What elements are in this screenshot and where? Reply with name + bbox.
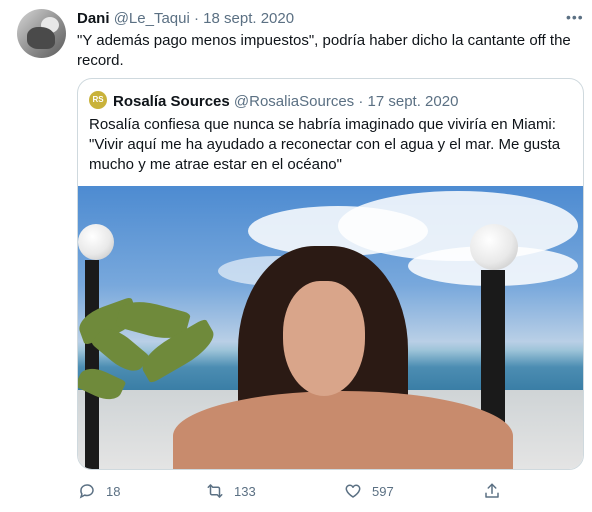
quoted-author-handle[interactable]: @RosaliaSources (234, 93, 354, 110)
reply-icon (79, 484, 94, 499)
quoted-separator: · (358, 93, 364, 110)
heart-icon (345, 484, 361, 498)
author-handle[interactable]: @Le_Taqui (114, 10, 190, 27)
reply-button[interactable]: 18 (78, 482, 120, 502)
quoted-header: RS Rosalía Sources @RosaliaSources · 17 s… (89, 91, 458, 111)
retweet-button[interactable]: 133 (206, 482, 256, 502)
quoted-author-name[interactable]: Rosalía Sources (113, 93, 230, 110)
quoted-tweet[interactable]: RS Rosalía Sources @RosaliaSources · 17 s… (77, 78, 584, 470)
tweet-text: "Y además pago menos impuestos", podría … (77, 32, 571, 69)
more-options-icon[interactable]: ••• (566, 8, 584, 26)
tweet-date[interactable]: 18 sept. 2020 (203, 10, 294, 27)
retweet-count: 133 (234, 484, 256, 499)
share-icon (485, 483, 499, 498)
like-button[interactable]: 597 (344, 482, 394, 502)
quoted-avatar[interactable]: RS (89, 91, 107, 109)
quoted-photo[interactable] (78, 186, 583, 469)
share-button[interactable] (483, 482, 511, 502)
tweet[interactable]: Dani @Le_Taqui · 18 sept. 2020 ••• "Y ad… (0, 0, 592, 512)
author-avatar[interactable] (17, 9, 66, 58)
header-separator: · (193, 10, 199, 27)
like-count: 597 (372, 484, 394, 499)
author-name[interactable]: Dani (77, 10, 110, 27)
quoted-date[interactable]: 17 sept. 2020 (368, 93, 459, 110)
retweet-icon (207, 484, 223, 498)
quoted-text: Rosalía confiesa que nunca se habría ima… (89, 116, 561, 173)
tweet-header: Dani @Le_Taqui · 18 sept. 2020 (77, 10, 294, 28)
quoted-avatar-initials: RS (92, 95, 104, 104)
reply-count: 18 (106, 484, 121, 499)
tweet-actions: 18 133 597 (0, 482, 592, 502)
